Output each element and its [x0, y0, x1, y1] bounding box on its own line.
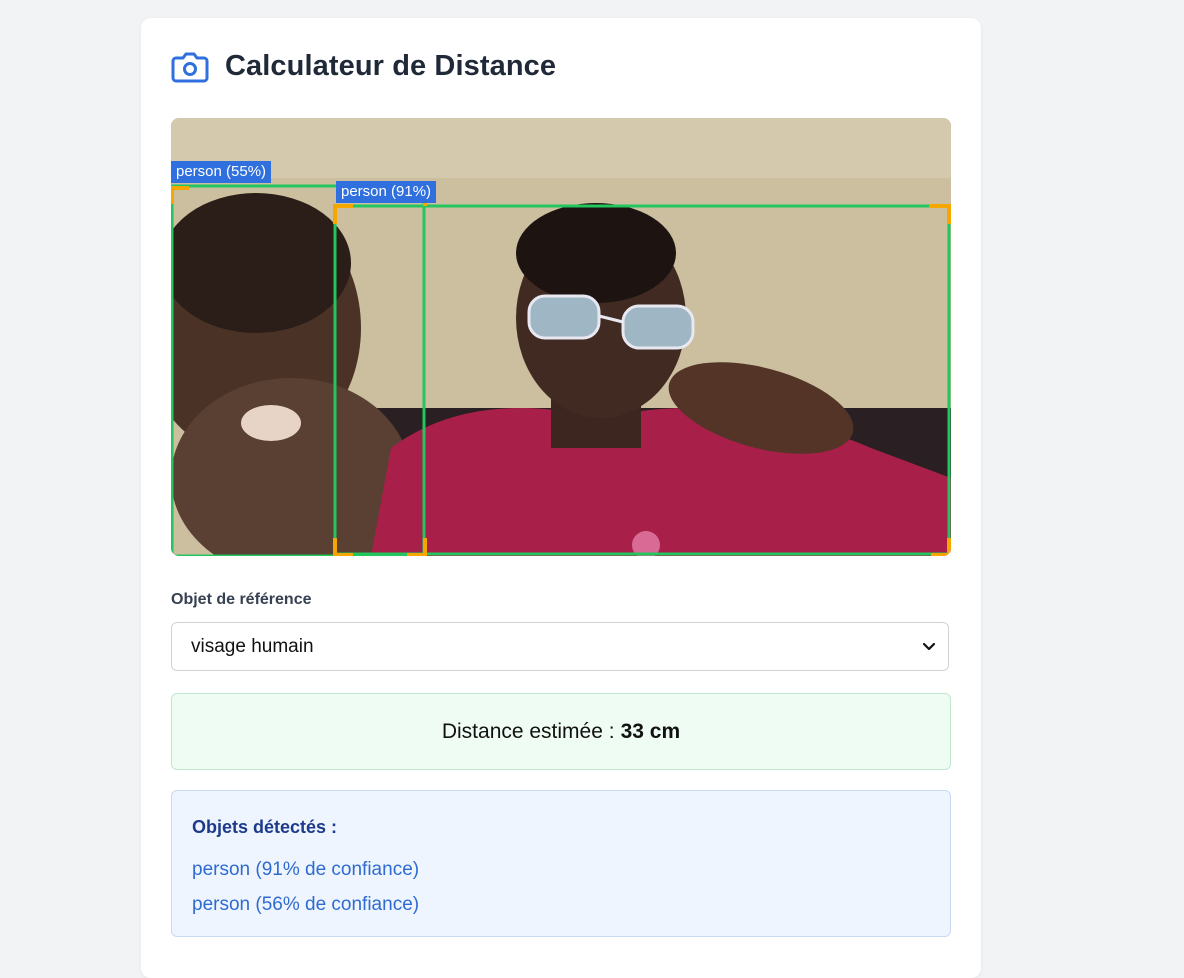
distance-result-label: Distance estimée : — [441, 719, 615, 743]
header: Calculateur de Distance — [171, 50, 556, 83]
detected-objects-list: person (91% de confiance) person (56% de… — [192, 852, 930, 922]
reference-object-select[interactable]: visage humain — [171, 622, 949, 671]
selected-value: visage humain — [191, 635, 314, 657]
distance-result: Distance estimée : 33 cm — [171, 693, 951, 770]
camera-icon — [171, 51, 209, 83]
detected-objects-heading: Objets détectés : — [192, 817, 338, 837]
chevron-down-icon — [922, 636, 936, 658]
reference-object-label: Objet de référence — [171, 591, 312, 608]
list-item: person (91% de confiance) — [192, 859, 420, 880]
detection-label: person (55%) — [171, 161, 272, 183]
distance-result-value: 33 cm — [620, 719, 681, 743]
distance-calculator-card: Calculateur de Distance person (55%) per… — [141, 18, 981, 978]
detection-label: person (91%) — [336, 181, 437, 203]
detected-objects-panel: Objets détectés : person (91% de confian… — [171, 790, 951, 937]
page-title: Calculateur de Distance — [225, 50, 557, 82]
camera-feed: person (55%) person (91%) — [171, 118, 951, 556]
list-item: person (56% de confiance) — [192, 894, 420, 915]
